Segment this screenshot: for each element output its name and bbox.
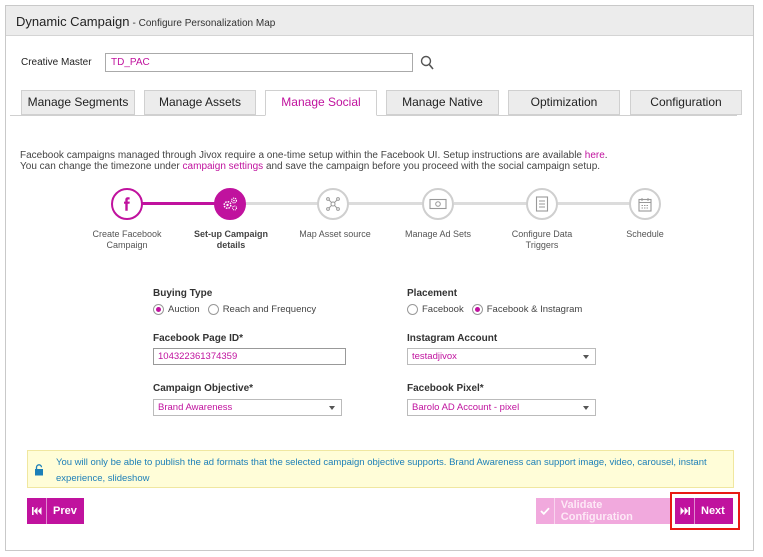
creative-master-label: Creative Master bbox=[21, 57, 92, 68]
campaign-settings-link[interactable]: campaign settings bbox=[183, 161, 264, 172]
step-create-facebook-campaign[interactable] bbox=[111, 188, 143, 220]
info-end-2: and save the campaign before you proceed… bbox=[265, 161, 601, 172]
settings-gears-icon bbox=[223, 197, 238, 211]
tab-manage-social[interactable]: Manage Social bbox=[265, 90, 377, 116]
radio-facebook-label: Facebook bbox=[422, 304, 464, 315]
creative-master-input[interactable] bbox=[105, 53, 413, 72]
tab-manage-segments[interactable]: Manage Segments bbox=[21, 90, 135, 115]
facebook-pixel-value: Barolo AD Account - pixel bbox=[412, 402, 520, 413]
step-connector-3 bbox=[348, 202, 428, 205]
step-label-3: Map Asset source bbox=[299, 229, 371, 239]
step-label-4: Manage Ad Sets bbox=[404, 229, 472, 239]
share-nodes-icon bbox=[326, 197, 340, 211]
buying-type-radios: Auction Reach and Frequency bbox=[153, 304, 324, 315]
step-connector-2 bbox=[244, 202, 322, 205]
info-text-1: Facebook campaigns managed through Jivox… bbox=[20, 150, 582, 161]
step-schedule[interactable] bbox=[629, 188, 661, 220]
check-icon bbox=[536, 498, 555, 524]
instagram-account-select[interactable]: testadjivox bbox=[407, 348, 596, 365]
checklist-icon bbox=[535, 196, 549, 212]
instagram-account-value: testadjivox bbox=[412, 351, 457, 362]
search-icon[interactable] bbox=[420, 55, 434, 71]
radio-facebook[interactable] bbox=[407, 304, 418, 315]
step-connector-4 bbox=[454, 202, 530, 205]
page-title: Dynamic Campaign bbox=[16, 14, 130, 29]
step-label-1: Create Facebook Campaign bbox=[92, 229, 162, 250]
radio-facebook-instagram[interactable] bbox=[471, 304, 483, 315]
step-manage-ad-sets[interactable] bbox=[422, 188, 454, 220]
setup-instructions-link[interactable]: here bbox=[585, 150, 605, 161]
facebook-icon bbox=[124, 197, 130, 211]
info-text-2: You can change the timezone under bbox=[20, 161, 180, 172]
next-button[interactable]: Next bbox=[675, 498, 733, 524]
facebook-page-id-input[interactable] bbox=[153, 348, 346, 365]
campaign-objective-select[interactable]: Brand Awareness bbox=[153, 399, 342, 416]
skip-back-icon bbox=[27, 498, 47, 524]
radio-facebook-instagram-label: Facebook & Instagram bbox=[486, 304, 583, 315]
buying-type-label: Buying Type bbox=[153, 288, 213, 299]
step-connector-1 bbox=[142, 202, 218, 205]
facebook-pixel-label: Facebook Pixel* bbox=[407, 383, 484, 394]
validate-configuration-label: Validate Configuration bbox=[560, 499, 633, 523]
calendar-icon bbox=[638, 197, 652, 212]
radio-auction[interactable] bbox=[153, 304, 164, 315]
step-label-2: Set-up Campaign details bbox=[193, 229, 268, 250]
validate-configuration-button[interactable]: Validate Configuration bbox=[536, 498, 670, 524]
prev-button[interactable]: Prev bbox=[27, 498, 84, 524]
radio-auction-label: Auction bbox=[168, 304, 200, 315]
radio-reach-frequency[interactable] bbox=[207, 304, 219, 315]
tab-configuration[interactable]: Configuration bbox=[630, 90, 742, 115]
campaign-objective-label: Campaign Objective* bbox=[153, 383, 254, 394]
money-icon bbox=[429, 198, 447, 210]
placement-radios: Facebook Facebook & Instagram bbox=[407, 304, 590, 315]
step-label-5: Configure Data Triggers bbox=[511, 229, 573, 250]
objective-notice: You will only be able to publish the ad … bbox=[27, 450, 734, 488]
placement-label: Placement bbox=[407, 288, 458, 299]
info-end-1: . bbox=[604, 150, 608, 161]
page-subtitle: - Configure Personalization Map bbox=[132, 18, 276, 29]
skip-forward-icon bbox=[675, 498, 695, 524]
chevron-down-icon bbox=[329, 406, 335, 410]
facebook-pixel-select[interactable]: Barolo AD Account - pixel bbox=[407, 399, 596, 416]
chevron-down-icon bbox=[583, 355, 589, 359]
tab-manage-assets[interactable]: Manage Assets bbox=[144, 90, 256, 115]
panel-header: Dynamic Campaign - Configure Personaliza… bbox=[6, 6, 753, 36]
chevron-down-icon bbox=[583, 406, 589, 410]
info-line-2: You can change the timezone under campai… bbox=[20, 161, 720, 172]
step-setup-campaign-details[interactable] bbox=[214, 188, 246, 220]
lock-icon bbox=[35, 464, 43, 476]
info-line-1: Facebook campaigns managed through Jivox… bbox=[20, 150, 720, 161]
radio-reach-frequency-label: Reach and Frequency bbox=[222, 304, 317, 315]
prev-button-label: Prev bbox=[53, 505, 77, 517]
instagram-account-label: Instagram Account bbox=[407, 333, 498, 344]
campaign-objective-value: Brand Awareness bbox=[158, 402, 233, 413]
next-button-label: Next bbox=[701, 505, 725, 517]
tab-optimization[interactable]: Optimization bbox=[508, 90, 620, 115]
facebook-page-id-label: Facebook Page ID* bbox=[153, 333, 244, 344]
step-map-asset-source[interactable] bbox=[317, 188, 349, 220]
step-connector-5 bbox=[556, 202, 632, 205]
tab-manage-native[interactable]: Manage Native bbox=[386, 90, 499, 115]
step-label-6: Schedule bbox=[626, 229, 664, 239]
step-configure-data-triggers[interactable] bbox=[526, 188, 558, 220]
